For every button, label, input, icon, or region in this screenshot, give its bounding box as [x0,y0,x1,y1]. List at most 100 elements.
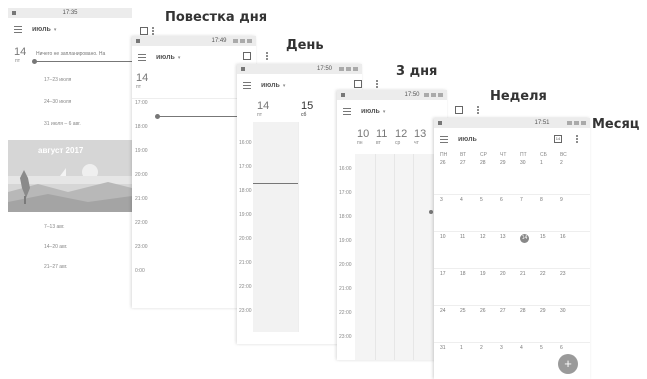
add-event-button[interactable]: + [558,354,578,374]
day-cell[interactable]: 2 [560,160,580,166]
day-cell-number: 29 [540,308,546,314]
day-cell[interactable]: 27 [460,160,480,166]
day-cell[interactable]: 13 [500,234,520,240]
day-cell[interactable]: 15 [540,234,560,240]
day-cell[interactable]: 28 [520,308,540,314]
day-cell[interactable]: 2 [480,345,500,351]
day-cell[interactable]: 1 [460,345,480,351]
day-cell[interactable]: 8 [540,197,560,203]
week-range[interactable]: 24–30 июля [44,99,81,121]
day-cell[interactable]: 7 [520,197,540,203]
menu-icon[interactable] [440,135,448,143]
month-selector[interactable]: июль [458,136,477,143]
week-range[interactable]: 14–20 авг. [44,244,67,264]
day-cell-number: 20 [500,271,506,277]
menu-icon[interactable] [243,81,251,89]
day-cell[interactable]: 11 [460,234,480,240]
day-cell-number: 19 [480,271,486,277]
month-selector[interactable]: июль ▾ [361,108,385,115]
day-cell[interactable]: 29 [500,160,520,166]
day-cell[interactable]: 6 [560,345,580,351]
day-cell-number: 11 [460,234,466,240]
more-vert-icon[interactable] [477,106,479,114]
day-header[interactable]: 14 пт [136,72,148,90]
day-cell[interactable]: 26 [440,160,460,166]
day-cell[interactable]: 5 [480,197,500,203]
hour-label: 22:00 [239,284,252,290]
day-weekday: вт [376,140,381,146]
day-column-header[interactable]: 12 ср [395,128,414,146]
day-column-header[interactable]: 13 чт [414,128,433,146]
day-cell[interactable]: 9 [560,197,580,203]
day-cell[interactable]: 1 [540,160,560,166]
week-range[interactable]: 21–27 авг. [44,264,67,284]
day-cell[interactable]: 6 [500,197,520,203]
day-cell[interactable]: 12 [480,234,500,240]
day-cell[interactable]: 5 [540,345,560,351]
day-weekday: сб [301,112,307,118]
day-cell[interactable]: 30 [560,308,580,314]
caption-three-day: 3 дня [396,64,438,79]
more-vert-icon[interactable] [152,27,154,35]
chevron-down-icon: ▾ [53,26,57,33]
day-cell-number: 15 [540,234,546,240]
day-cell[interactable]: 19 [480,271,500,277]
month-week-row: 24 25 26 27 28 29 30 [434,306,590,343]
today-calendar-icon[interactable] [354,80,362,88]
day-cell[interactable]: 17 [440,271,460,277]
hour-label: 16:00 [339,166,352,172]
menu-icon[interactable] [138,53,146,61]
menu-icon[interactable] [343,107,351,115]
day-cell[interactable]: 23 [560,271,580,277]
day-cell[interactable]: 25 [460,308,480,314]
today-calendar-icon[interactable] [455,106,463,114]
day-cell-number: 17 [440,271,446,277]
today-weekday: пт [15,58,20,64]
day-cell[interactable]: 26 [480,308,500,314]
hour-label: 23:00 [239,308,252,314]
day-cell[interactable]: 3 [440,197,460,203]
day-cell[interactable]: 14 [520,234,540,243]
today-calendar-icon[interactable] [243,52,251,60]
day-cell[interactable]: 16 [560,234,580,240]
month-selector[interactable]: июль ▾ [156,54,180,61]
day-cell[interactable]: 10 [440,234,460,240]
day-cell-number: 28 [520,308,526,314]
day-cell[interactable]: 28 [480,160,500,166]
day-cell-number: 10 [440,234,446,240]
day-cell[interactable]: 22 [540,271,560,277]
day-cell[interactable]: 3 [500,345,520,351]
day-column-header[interactable]: 11 вт [376,128,395,146]
day-cell[interactable]: 21 [520,271,540,277]
day-column-header[interactable]: 14 пт [257,100,269,118]
hour-label: 0:00 [135,268,145,274]
today-calendar-icon[interactable] [140,27,148,35]
week-range[interactable]: 17–23 июля [44,77,81,99]
day-cell[interactable]: 27 [500,308,520,314]
status-bar: 17:51 [434,118,590,128]
day-cell[interactable]: 20 [500,271,520,277]
day-column-header[interactable]: 15 сб [301,100,313,118]
more-vert-icon[interactable] [376,80,378,88]
weeks-before-list: 17–23 июля 24–30 июля 31 июля – 6 авг. [44,77,81,143]
more-vert-icon[interactable] [266,52,268,60]
day-cell-number: 1 [460,345,463,351]
month-screen: 17:51 июль 14 ПН ВТ СР ЧТ ПТ СБ ВС 26 27 2… [434,118,590,379]
month-selector[interactable]: июль ▾ [261,82,285,89]
more-vert-icon[interactable] [576,135,578,143]
day-cell[interactable]: 4 [460,197,480,203]
agenda-today-row[interactable]: 14 пт Ничего не запланировано. На [12,46,132,68]
day-cell[interactable]: 30 [520,160,540,166]
day-column-header[interactable]: 10 пн [357,128,376,146]
menu-icon[interactable] [14,25,22,33]
month-selector[interactable]: июль ▾ [32,26,56,33]
chevron-down-icon: ▾ [282,82,286,89]
week-range[interactable]: 7–13 авг. [44,224,67,244]
day-cell[interactable]: 24 [440,308,460,314]
day-cell[interactable]: 31 [440,345,460,351]
day-cell-number: 4 [520,345,523,351]
day-cell[interactable]: 4 [520,345,540,351]
day-cell[interactable]: 18 [460,271,480,277]
today-calendar-icon[interactable]: 14 [554,135,562,143]
day-cell[interactable]: 29 [540,308,560,314]
